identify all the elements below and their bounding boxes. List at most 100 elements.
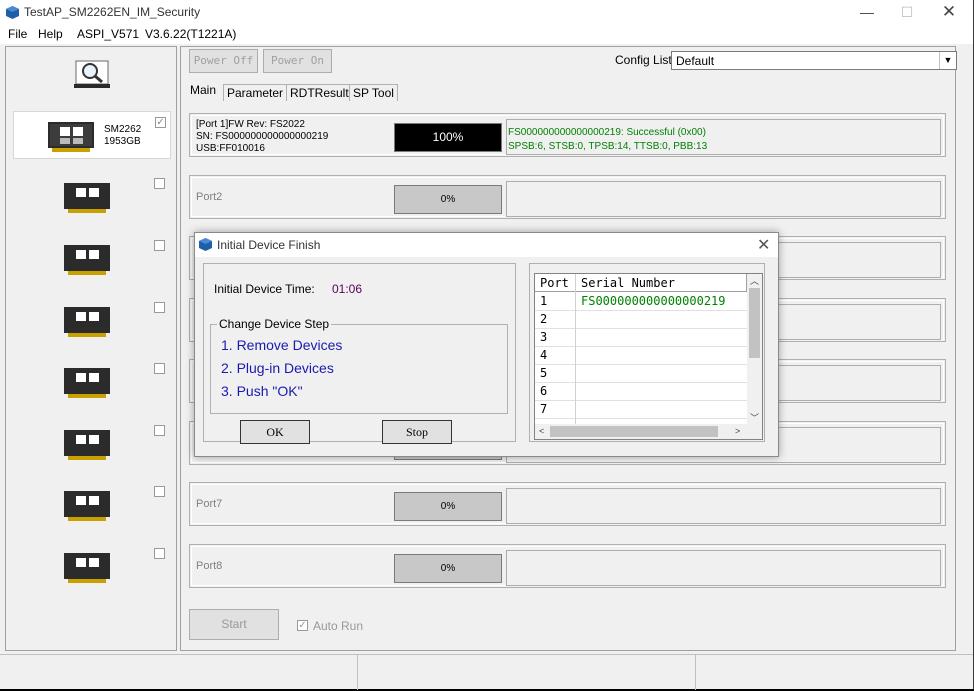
- port-1-status: FS000000000000000219: Successful (0x00) …: [506, 119, 941, 155]
- dialog-close-button[interactable]: ✕: [757, 235, 770, 255]
- device-checkbox[interactable]: [154, 240, 165, 251]
- auto-run-label: Auto Run: [313, 619, 364, 633]
- grid-cell-serial[interactable]: [576, 383, 747, 401]
- config-list-value: Default: [676, 54, 715, 68]
- serial-number-grid[interactable]: Port Serial Number 1 FS00000000000000021…: [534, 273, 763, 440]
- initial-device-time-label: Initial Device Time:: [214, 282, 315, 296]
- serial-list-panel: Port Serial Number 1 FS00000000000000021…: [529, 263, 765, 442]
- dialog-title-bar: Initial Device Finish ✕: [195, 233, 778, 257]
- grid-cell-serial[interactable]: [576, 401, 747, 419]
- step-plug-in-devices: 2. Plug-in Devices: [221, 360, 334, 376]
- vertical-scrollbar[interactable]: ︿ ﹀: [747, 274, 762, 424]
- minimize-button[interactable]: —: [852, 3, 882, 21]
- chevron-down-icon[interactable]: ▼: [939, 52, 956, 69]
- grid-cell-port[interactable]: 1: [535, 293, 575, 311]
- ssd-card-icon: [48, 122, 94, 152]
- port-1-status-result: FS000000000000000219: Successful (0x00): [508, 127, 706, 138]
- ssd-card-icon: [64, 307, 110, 337]
- start-button[interactable]: Start: [189, 609, 279, 640]
- grid-cell-serial[interactable]: [576, 347, 747, 365]
- port-1-status-detail: SPSB:6, STSB:0, TPSB:14, TTSB:0, PBB:13: [508, 141, 708, 152]
- horizontal-scroll-thumb[interactable]: [550, 426, 718, 437]
- device-slot-4[interactable]: [13, 297, 171, 345]
- port-1-sn: SN: FS000000000000000219: [196, 131, 329, 142]
- scroll-down-icon[interactable]: ﹀: [750, 411, 759, 424]
- stop-button[interactable]: Stop: [382, 420, 452, 444]
- app-icon: [199, 238, 212, 251]
- port-2-status: [506, 181, 941, 217]
- scroll-right-icon[interactable]: >: [735, 426, 740, 436]
- port-1-usb: USB:FF010016: [196, 143, 265, 154]
- initial-device-finish-dialog: Initial Device Finish ✕ Initial Device T…: [194, 232, 779, 457]
- menu-aspi-version[interactable]: ASPI_V571: [77, 27, 139, 41]
- device-checkbox[interactable]: [154, 425, 165, 436]
- status-bar-cell-3: [695, 654, 973, 690]
- grid-cell-port[interactable]: 7: [535, 401, 575, 419]
- grid-cell-port[interactable]: 3: [535, 329, 575, 347]
- device-slot-1[interactable]: SM2262 1953GB ✓: [13, 111, 171, 159]
- port-2-label: Port2: [196, 191, 223, 203]
- vertical-scroll-thumb[interactable]: [749, 288, 760, 358]
- tab-sp-tool[interactable]: SP Tool: [349, 84, 398, 101]
- device-checkbox[interactable]: ✓: [155, 117, 166, 128]
- device-checkbox[interactable]: [154, 302, 165, 313]
- device-checkbox[interactable]: [154, 548, 165, 559]
- grid-cell-port[interactable]: 5: [535, 365, 575, 383]
- port-2-progress: 0%: [394, 185, 502, 214]
- window-title: TestAP_SM2262EN_IM_Security: [24, 5, 201, 19]
- grid-cell-serial[interactable]: FS000000000000000219: [576, 293, 747, 311]
- port-1-progress: 100%: [394, 123, 502, 152]
- config-list-select[interactable]: Default ▼: [671, 51, 957, 70]
- close-button[interactable]: ✕: [934, 3, 964, 21]
- device-checkbox[interactable]: [154, 486, 165, 497]
- auto-run-checkbox[interactable]: ✓: [297, 620, 308, 631]
- change-device-step-legend: Change Device Step: [217, 317, 332, 331]
- device-model: SM2262: [104, 124, 142, 135]
- tab-main[interactable]: Main: [186, 81, 221, 102]
- menu-file[interactable]: File: [8, 27, 27, 41]
- port-8-label: Port8: [196, 560, 223, 572]
- port-7-row: Port7 0%: [189, 482, 946, 526]
- power-on-button[interactable]: Power On: [263, 49, 332, 73]
- device-slot-8[interactable]: [13, 543, 171, 591]
- device-slot-6[interactable]: [13, 420, 171, 468]
- device-slot-5[interactable]: [13, 358, 171, 406]
- grid-cell-serial[interactable]: [576, 311, 747, 329]
- tab-parameter[interactable]: Parameter: [223, 84, 288, 101]
- menu-help[interactable]: Help: [38, 27, 63, 41]
- scroll-up-icon[interactable]: ︿: [750, 274, 759, 287]
- power-off-button[interactable]: Power Off: [189, 49, 258, 73]
- change-device-step-group: Change Device Step 1. Remove Devices 2. …: [210, 317, 508, 414]
- port-1-fw: [Port 1]FW Rev: FS2022: [196, 119, 305, 130]
- app-window: TestAP_SM2262EN_IM_Security — ☐ ✕ File H…: [0, 0, 974, 690]
- maximize-button[interactable]: ☐: [892, 3, 922, 21]
- device-capacity: 1953GB: [104, 136, 141, 147]
- dialog-info-panel: Initial Device Time: 01:06 Change Device…: [203, 263, 516, 444]
- scroll-left-icon[interactable]: <: [539, 426, 544, 436]
- port-7-progress: 0%: [394, 492, 502, 521]
- menu-app-version[interactable]: V3.6.22(T1221A): [145, 27, 236, 41]
- device-slot-2[interactable]: [13, 173, 171, 221]
- tab-rdtresult[interactable]: RDTResult: [286, 84, 353, 101]
- device-checkbox[interactable]: [154, 363, 165, 374]
- grid-cell-port[interactable]: 4: [535, 347, 575, 365]
- device-checkbox[interactable]: [154, 178, 165, 189]
- horizontal-scrollbar[interactable]: < >: [535, 424, 762, 439]
- initial-device-time-value: 01:06: [332, 282, 363, 296]
- grid-header-port[interactable]: Port: [535, 274, 576, 292]
- device-slot-3[interactable]: [13, 235, 171, 283]
- grid-header-serial[interactable]: Serial Number: [576, 274, 747, 292]
- ssd-card-icon: [64, 368, 110, 398]
- grid-cell-serial[interactable]: [576, 329, 747, 347]
- ssd-card-icon: [64, 491, 110, 521]
- scan-devices-icon[interactable]: [74, 57, 110, 90]
- grid-cell-port[interactable]: 6: [535, 383, 575, 401]
- port-1-row: [Port 1]FW Rev: FS2022 SN: FS00000000000…: [189, 113, 946, 157]
- device-label: SM2262 1953GB: [104, 124, 141, 148]
- device-slot-7[interactable]: [13, 481, 171, 529]
- ssd-card-icon: [64, 183, 110, 213]
- app-icon: [6, 6, 19, 19]
- grid-cell-serial[interactable]: [576, 365, 747, 383]
- grid-cell-port[interactable]: 2: [535, 311, 575, 329]
- ok-button[interactable]: OK: [240, 420, 310, 444]
